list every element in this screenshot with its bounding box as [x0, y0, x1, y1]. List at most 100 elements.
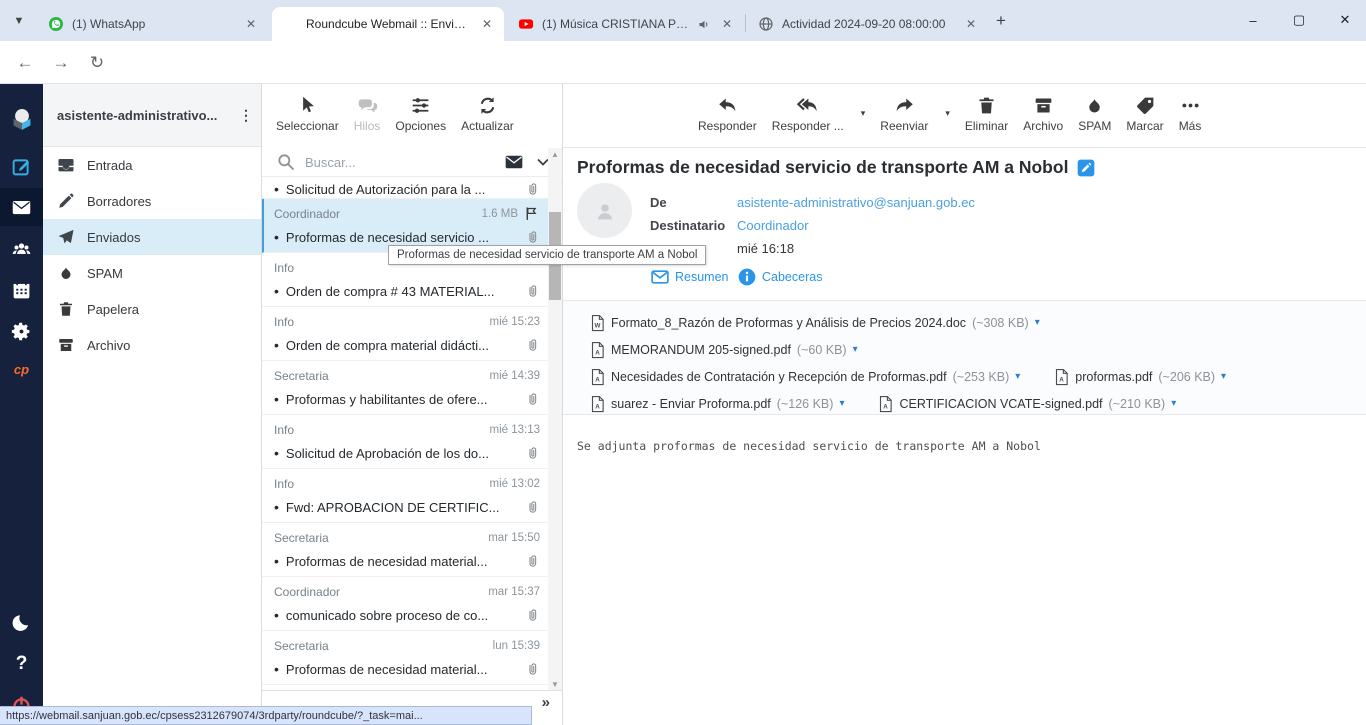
attachment-row: ANecesidades de Contratación y Recepción…	[590, 363, 1366, 390]
headers-link[interactable]: Cabeceras	[737, 267, 822, 287]
attachment-item[interactable]: ANecesidades de Contratación y Recepción…	[590, 368, 1020, 386]
account-label: asistente-administrativo...	[57, 108, 239, 123]
toolbar-button-hilos[interactable]: Hilos	[354, 95, 381, 133]
attachment-item[interactable]: WFormato_8_Razón de Proformas y Análisis…	[590, 314, 1040, 332]
browser-tab[interactable]: (1) Música CRISTIANA Para✕	[508, 7, 744, 41]
message-meta: 1.6 MB	[482, 208, 518, 220]
new-tab-button[interactable]: +	[996, 11, 1006, 31]
folder-item-spam[interactable]: SPAM	[43, 255, 261, 291]
attachment-name[interactable]: suarez - Enviar Proforma.pdf	[611, 397, 771, 411]
folder-item-archivo[interactable]: Archivo	[43, 327, 261, 363]
attachment-menu-caret[interactable]: ▾	[1221, 371, 1226, 382]
message-list-item[interactable]: Secretariamar 15:50•Proformas de necesid…	[262, 523, 548, 577]
toolbar-button-actualizar[interactable]: Actualizar	[461, 95, 514, 133]
attachment-menu-caret[interactable]: ▾	[839, 398, 844, 409]
folder-item-borradores[interactable]: Borradores	[43, 183, 261, 219]
message-meta: mié 13:13	[489, 424, 540, 436]
settings-button[interactable]	[0, 312, 43, 350]
toolbar-button-archivo[interactable]: Archivo	[1023, 95, 1063, 133]
darkmode-icon	[11, 613, 32, 634]
folder-item-entrada[interactable]: Entrada	[43, 147, 261, 183]
search-input[interactable]: Buscar...	[305, 155, 495, 170]
toolbar-button-eliminar[interactable]: Eliminar	[965, 95, 1008, 133]
toolbar-button-reenviar[interactable]: Reenviar	[880, 95, 928, 133]
list-scrollbar[interactable]: ▲ ▼	[548, 148, 562, 690]
search-bar[interactable]: Buscar...	[262, 148, 563, 177]
to-address[interactable]: Coordinador	[737, 218, 809, 233]
toolbar-button-seleccionar[interactable]: Seleccionar	[276, 95, 339, 133]
browser-tab[interactable]: Actividad 2024-09-20 08:00:00✕	[748, 7, 988, 41]
message-list-item[interactable]: Infomié 13:02•Fwd: APROBACION DE CERTIFI…	[262, 469, 548, 523]
message-list-item[interactable]: Coordinadormar 15:37•comunicado sobre pr…	[262, 577, 548, 631]
tab-close-icon[interactable]: ✕	[244, 17, 258, 31]
darkmode-button[interactable]	[0, 604, 43, 642]
dropdown-caret-icon[interactable]: ▾	[945, 108, 950, 119]
attachment-item[interactable]: AMEMORANDUM 205-signed.pdf(~60 KB)▾	[590, 341, 858, 359]
mail-button[interactable]	[0, 188, 43, 226]
help-button[interactable]: ?	[0, 645, 43, 683]
attachment-name[interactable]: proformas.pdf	[1075, 370, 1152, 384]
browser-tab[interactable]: Roundcube Webmail :: Enviado✕	[272, 7, 504, 41]
window-minimize-button[interactable]: –	[1233, 0, 1273, 40]
attachment-name[interactable]: Necesidades de Contratación y Recepción …	[611, 370, 947, 384]
attachment-row: Asuarez - Enviar Proforma.pdf(~126 KB)▾ A…	[590, 390, 1366, 417]
attachment-name[interactable]: CERTIFICACION VCATE-signed.pdf	[899, 397, 1102, 411]
attachment-name[interactable]: Formato_8_Razón de Proformas y Análisis …	[611, 316, 966, 330]
summary-link[interactable]: Resumen	[650, 267, 729, 287]
attachment-menu-caret[interactable]: ▾	[1015, 371, 1020, 382]
scroll-up-icon[interactable]: ▲	[548, 148, 562, 160]
account-menu-icon[interactable]: ⋮	[239, 107, 253, 124]
attachment-list: WFormato_8_Razón de Proformas y Análisis…	[563, 300, 1366, 415]
tab-close-icon[interactable]: ✕	[480, 17, 494, 31]
message-list-item[interactable]: Infomié 13:13•Solicitud de Aprobación de…	[262, 415, 548, 469]
toolbar-button-responder[interactable]: Responder ...	[772, 95, 844, 133]
message-subject: Proformas de necesidad material...	[286, 554, 518, 569]
folder-item-enviados[interactable]: Enviados	[43, 219, 261, 255]
toolbar-button-ms[interactable]: Más	[1179, 95, 1202, 133]
attachment-menu-caret[interactable]: ▾	[853, 344, 858, 355]
window-close-button[interactable]: ✕	[1325, 0, 1365, 40]
unread-dot: •	[274, 662, 279, 676]
from-address[interactable]: asistente-administrativo@sanjuan.gob.ec	[737, 195, 975, 210]
toolbar-button-opciones[interactable]: Opciones	[395, 95, 446, 133]
contacts-button[interactable]	[0, 230, 43, 268]
window-maximize-button[interactable]: ▢	[1279, 0, 1319, 40]
divider	[563, 147, 1366, 148]
compose-button[interactable]	[0, 147, 43, 185]
browser-tab[interactable]: (1) WhatsApp✕	[38, 7, 268, 41]
message-list-item[interactable]: Infomié 15:23•Orden de compra material d…	[262, 307, 548, 361]
tab-close-icon[interactable]: ✕	[720, 17, 734, 31]
folder-item-papelera[interactable]: Papelera	[43, 291, 261, 327]
attachment-menu-caret[interactable]: ▾	[1171, 398, 1176, 409]
attachment-name[interactable]: MEMORANDUM 205-signed.pdf	[611, 343, 791, 357]
attachment-item[interactable]: Asuarez - Enviar Proforma.pdf(~126 KB)▾	[590, 395, 844, 413]
expand-list-button[interactable]: »	[542, 694, 550, 711]
message-list-item[interactable]: •Solicitud de Autorización para la ...	[262, 177, 548, 199]
cpanel-button[interactable]: cp	[0, 350, 43, 388]
dropdown-caret-icon[interactable]: ▾	[861, 108, 866, 119]
message-list-item[interactable]: Secretarialun 15:39•Proformas de necesid…	[262, 631, 548, 685]
tab-search-button[interactable]: ▼	[8, 10, 30, 32]
edit-subject-icon[interactable]	[1076, 158, 1096, 178]
toolbar-button-marcar[interactable]: Marcar	[1126, 95, 1163, 133]
forward-button[interactable]: →	[48, 50, 74, 76]
toolbar-button-spam[interactable]: SPAM	[1078, 95, 1111, 133]
settings-icon	[11, 321, 32, 342]
scroll-down-icon[interactable]: ▼	[548, 678, 562, 690]
speaker-icon[interactable]	[697, 17, 712, 32]
tab-close-icon[interactable]: ✕	[964, 17, 978, 31]
attachment-item[interactable]: ACERTIFICACION VCATE-signed.pdf(~210 KB)…	[878, 395, 1176, 413]
back-button[interactable]: ←	[12, 50, 38, 76]
unread-dot: •	[274, 392, 279, 406]
toolbar-button-label: SPAM	[1078, 119, 1111, 133]
calendar-button[interactable]	[0, 271, 43, 309]
reload-button[interactable]: ↻	[84, 50, 110, 76]
account-header[interactable]: asistente-administrativo... ⋮	[43, 84, 261, 147]
attachment-menu-caret[interactable]: ▾	[1035, 317, 1040, 328]
forward-icon	[894, 95, 915, 116]
message-list-item[interactable]: Secretariamié 14:39•Proformas y habilita…	[262, 361, 548, 415]
flag-icon[interactable]	[523, 205, 540, 222]
search-scope-icon[interactable]	[504, 152, 524, 172]
attachment-item[interactable]: Aproformas.pdf(~206 KB)▾	[1054, 368, 1226, 386]
toolbar-button-responder[interactable]: Responder	[698, 95, 757, 133]
